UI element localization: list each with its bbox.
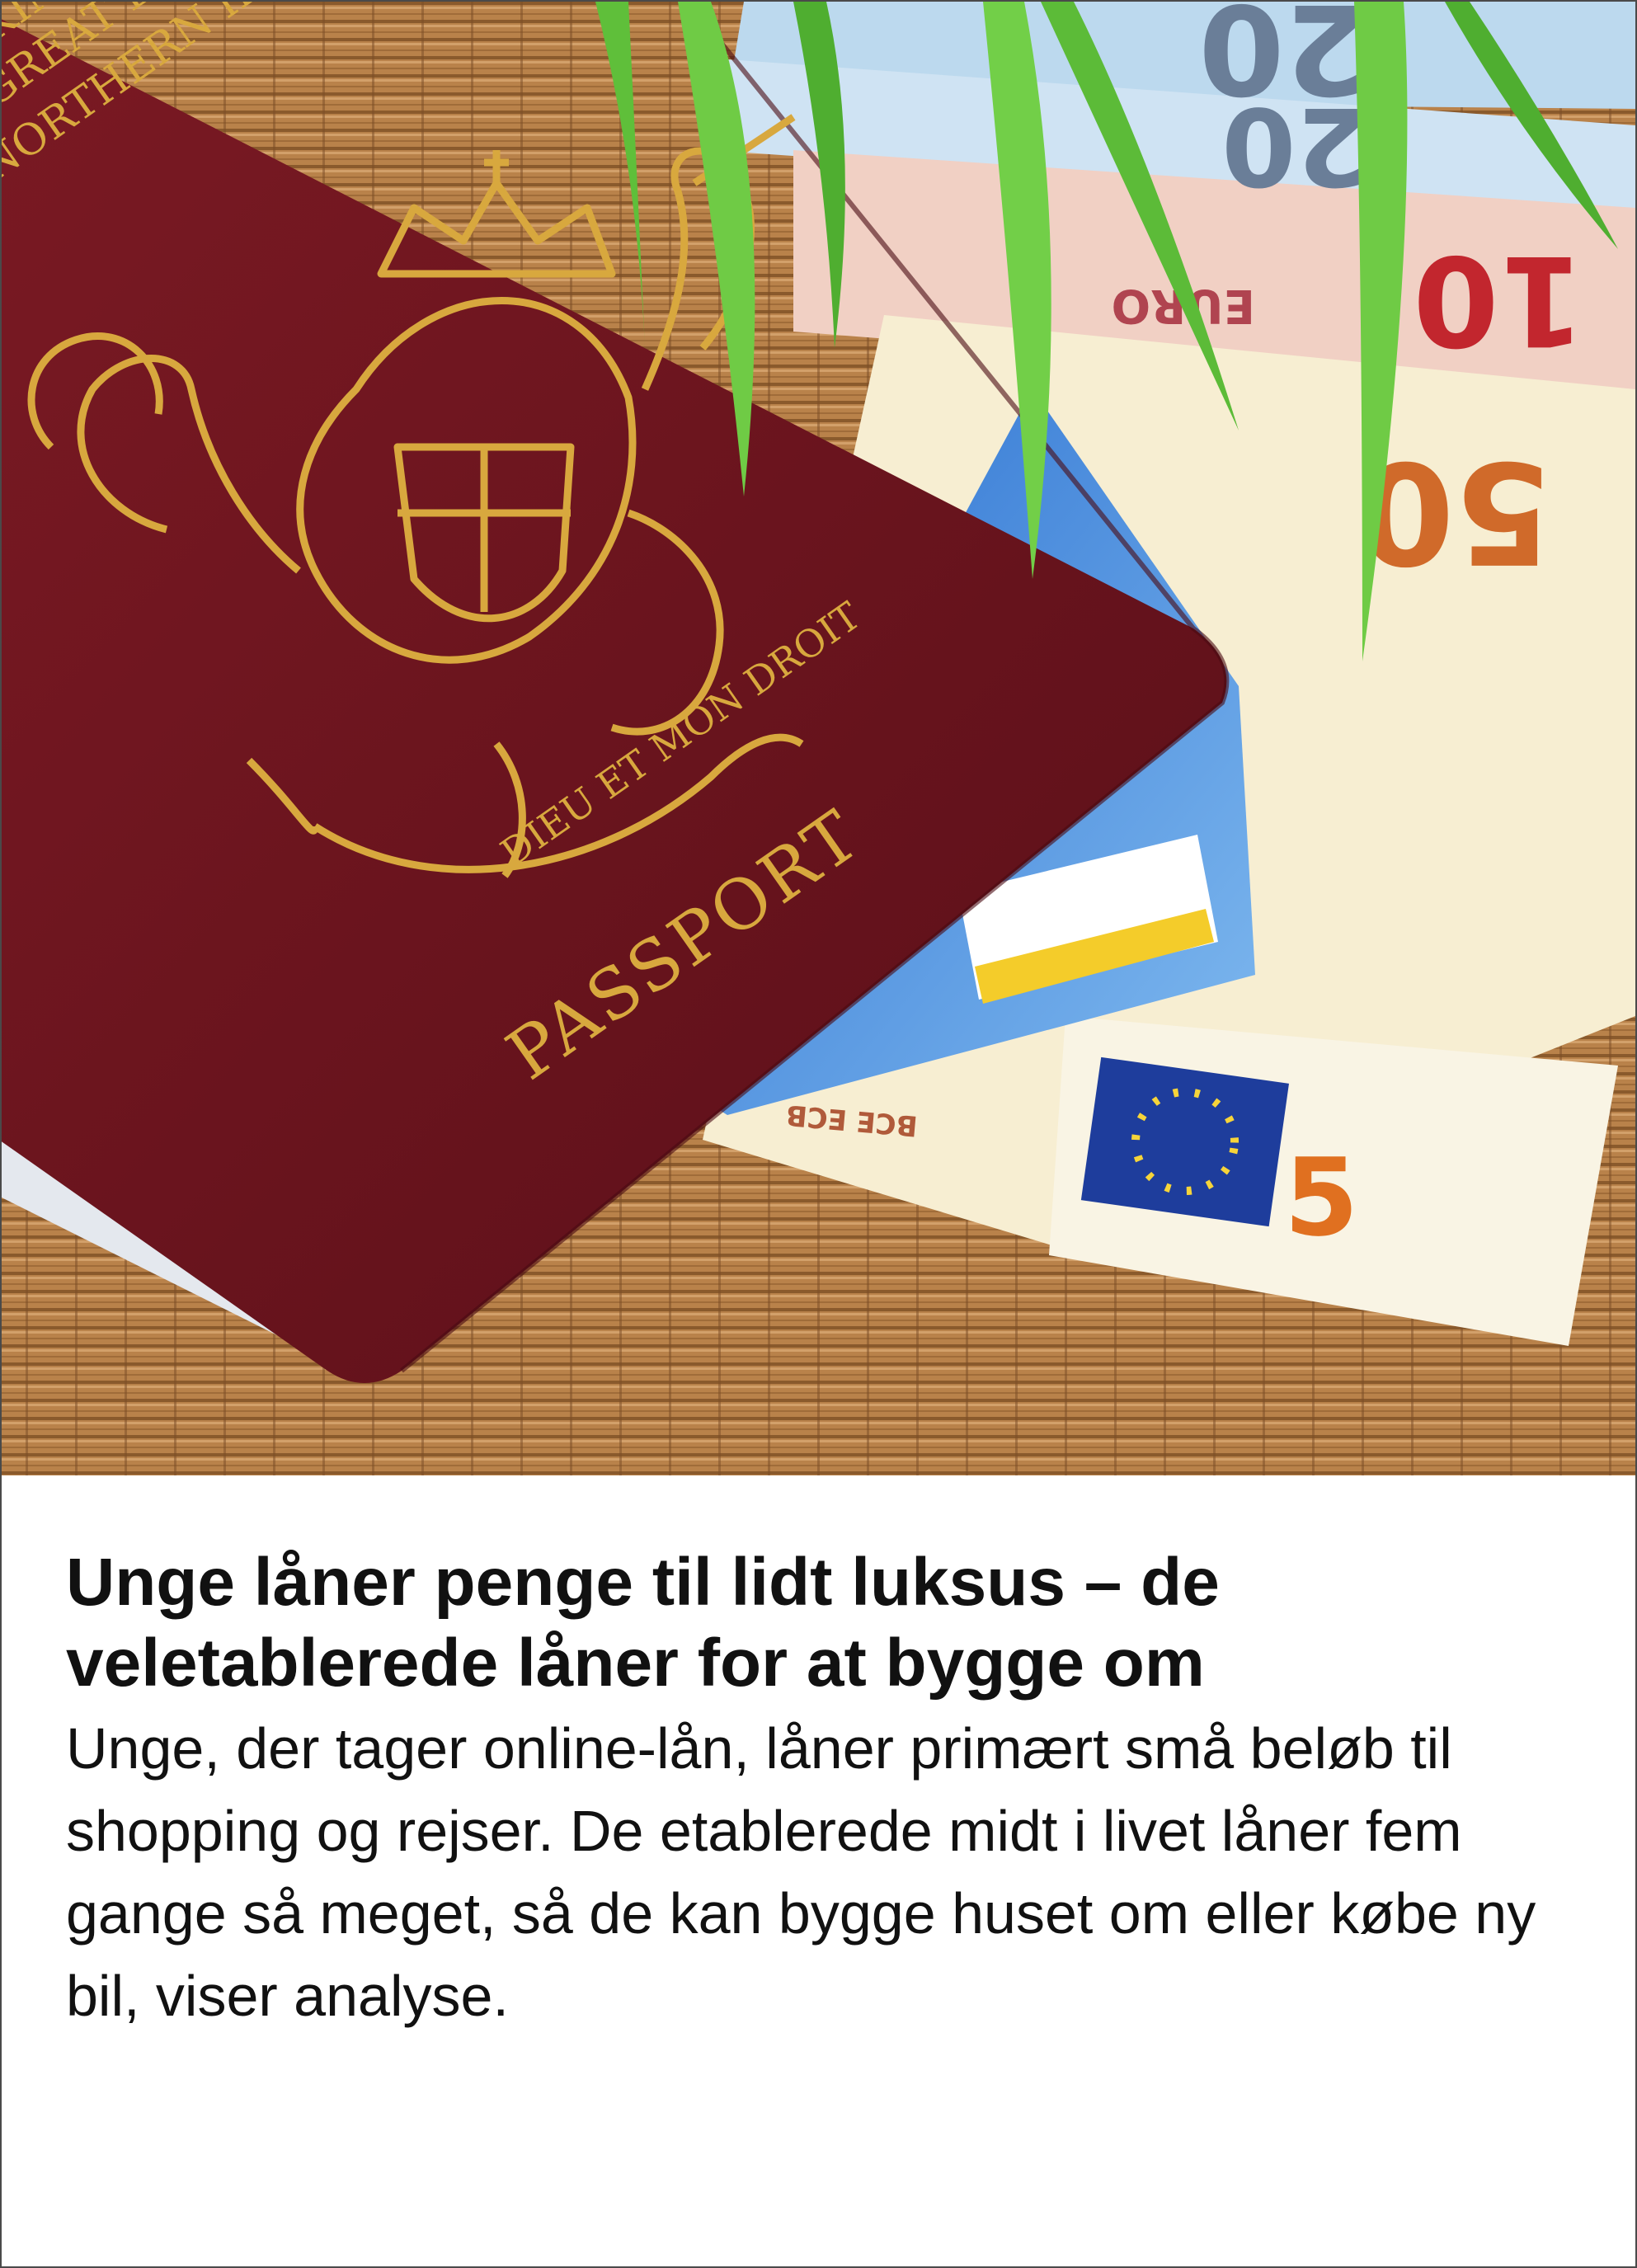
article-card[interactable]: 20 20 10 50 5 EURO BCE ECB (0, 0, 1637, 2268)
passport-and-euros-image: 20 20 10 50 5 EURO BCE ECB (2, 2, 1635, 1475)
banknote-denomination-3: 10 (1413, 228, 1585, 371)
article-headline[interactable]: Unge låner penge til lidt luksus – de ve… (66, 1542, 1583, 1704)
article-photo: 20 20 10 50 5 EURO BCE ECB (2, 2, 1635, 1475)
article-text: Unge låner penge til lidt luksus – de ve… (66, 1542, 1583, 2037)
article-summary: Unge, der tager online-lån, låner primær… (66, 1716, 1536, 2028)
eu-flag-icon (1080, 1056, 1289, 1227)
banknote-denomination-2: 20 (1221, 83, 1371, 209)
banknote-denomination-5: 5 (1284, 1135, 1358, 1260)
